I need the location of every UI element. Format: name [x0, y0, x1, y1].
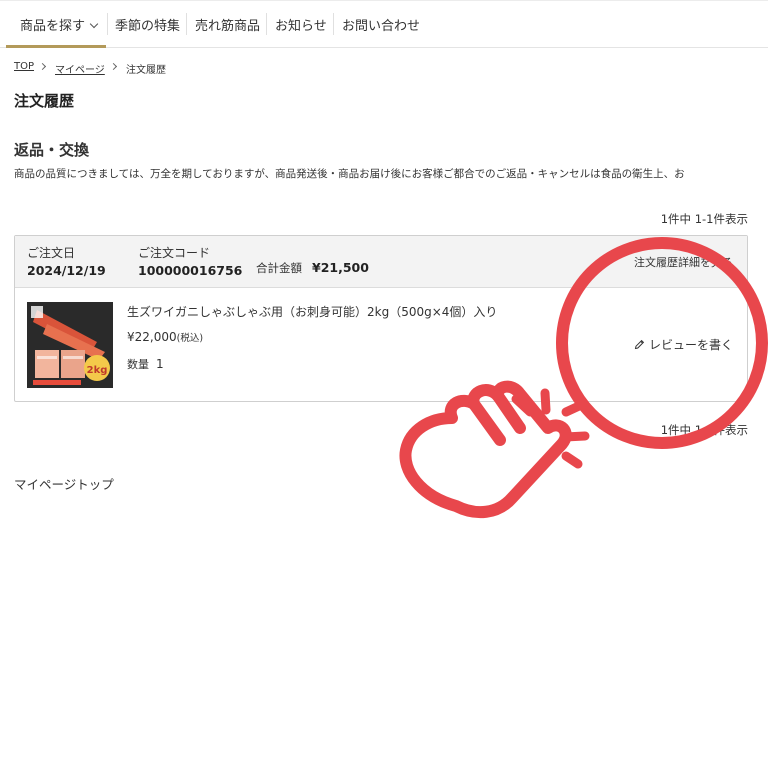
- quantity-value: 1: [156, 357, 164, 371]
- product-price-value: ¥22,000: [127, 330, 177, 344]
- nav-divider: [333, 13, 334, 35]
- order-date-label: ご注文日: [27, 246, 76, 260]
- top-nav: 商品を探す 季節の特集 売れ筋商品 お知らせ お問い合わせ: [0, 0, 768, 48]
- nav-item-news[interactable]: お知らせ: [275, 15, 327, 34]
- result-count-top: 1件中 1-1件表示: [660, 212, 748, 226]
- tap-burst-icon: [511, 388, 590, 469]
- product-price: ¥22,000(税込): [127, 330, 203, 344]
- returns-notice: 商品の品質につきましては、万全を期しておりますが、商品発送後・商品お届け後にお客…: [14, 168, 685, 180]
- nav-item-best-sellers[interactable]: 売れ筋商品: [195, 15, 260, 34]
- nav-item-seasonal[interactable]: 季節の特集: [115, 15, 180, 34]
- product-image: 2kg: [27, 302, 113, 388]
- breadcrumb-current: 注文履歴: [126, 65, 166, 76]
- thumb-badge: 2kg: [87, 365, 108, 376]
- product-quantity: 数量 1: [127, 356, 164, 372]
- order-header: ご注文日 2024/12/19 ご注文コード 100000016756 合計金額…: [15, 236, 747, 288]
- order-code-label: ご注文コード: [138, 246, 211, 260]
- order-total-label: 合計金額: [256, 261, 302, 275]
- returns-title: 返品・交換: [14, 141, 90, 159]
- order-detail-link[interactable]: 注文履歴詳細を見る: [634, 254, 733, 270]
- nav-item-contact[interactable]: お問い合わせ: [342, 15, 420, 34]
- order-date: 2024/12/19: [27, 263, 106, 278]
- order-code: 100000016756: [138, 263, 243, 278]
- pencil-icon: [634, 339, 645, 350]
- chevron-right-icon: [109, 62, 118, 71]
- product-name[interactable]: 生ズワイガニしゃぶしゃぶ用（お刺身可能）2kg（500g×4個）入り: [127, 303, 497, 320]
- pointing-hand-icon: [399, 380, 572, 519]
- breadcrumb-mypage-link[interactable]: マイページ: [55, 61, 105, 76]
- mypage-top-link[interactable]: マイページトップ: [14, 474, 114, 493]
- order-total: ¥21,500: [312, 260, 369, 275]
- chevron-down-icon: [89, 19, 99, 29]
- breadcrumb-top-link[interactable]: TOP: [14, 61, 34, 72]
- nav-divider: [186, 13, 187, 35]
- chevron-right-icon: [38, 62, 47, 71]
- write-review-label: レビューを書く: [648, 338, 733, 352]
- page-title: 注文履歴: [14, 92, 75, 110]
- order-card: ご注文日 2024/12/19 ご注文コード 100000016756 合計金額…: [14, 235, 748, 402]
- tax-note: (税込): [176, 333, 204, 344]
- result-count-bottom: 1件中 1-1件表示: [660, 423, 748, 437]
- product-thumbnail[interactable]: 2kg: [27, 302, 113, 388]
- write-review-button[interactable]: レビューを書く: [634, 336, 733, 353]
- nav-divider: [107, 13, 108, 35]
- nav-item-label: 商品を探す: [20, 19, 86, 34]
- nav-divider: [266, 13, 267, 35]
- nav-active-indicator: [6, 45, 106, 48]
- nav-item-search-products[interactable]: 商品を探す: [20, 15, 99, 34]
- quantity-label: 数量: [127, 358, 149, 371]
